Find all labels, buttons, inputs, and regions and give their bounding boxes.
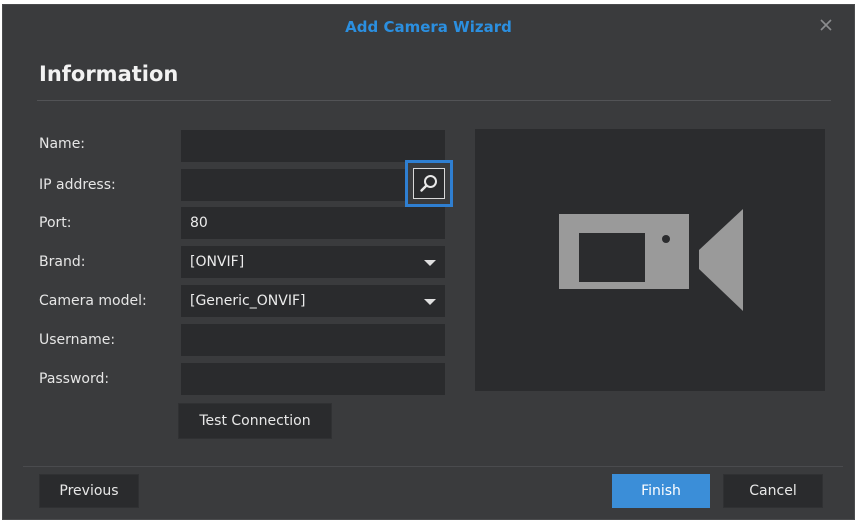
password-input[interactable]: [181, 363, 445, 395]
footer-divider: [23, 466, 843, 467]
camera-preview: [475, 129, 825, 391]
name-input[interactable]: [181, 130, 445, 162]
chevron-down-icon: [424, 260, 436, 266]
name-label: Name:: [39, 136, 86, 152]
video-camera-icon: [559, 209, 743, 311]
camera-model-label: Camera model:: [39, 293, 147, 309]
add-camera-wizard-dialog: Add Camera Wizard Information Name: IP a…: [2, 4, 855, 520]
dialog-title: Add Camera Wizard: [345, 18, 512, 36]
section-heading: Information: [39, 62, 179, 86]
port-label: Port:: [39, 215, 72, 231]
password-label: Password:: [39, 371, 110, 387]
username-input[interactable]: [181, 324, 445, 356]
finish-button[interactable]: Finish: [612, 474, 710, 508]
heading-divider: [37, 100, 831, 101]
previous-button[interactable]: Previous: [39, 474, 139, 508]
ip-search-button[interactable]: [405, 160, 453, 207]
brand-label: Brand:: [39, 254, 86, 270]
brand-select-value: [ONVIF]: [190, 254, 245, 270]
close-icon[interactable]: [818, 17, 834, 33]
ip-address-input[interactable]: [181, 169, 407, 201]
ip-address-label: IP address:: [39, 177, 116, 193]
test-connection-button[interactable]: Test Connection: [178, 403, 332, 439]
port-input[interactable]: 80: [181, 207, 445, 239]
cancel-button[interactable]: Cancel: [723, 474, 823, 508]
brand-select[interactable]: [ONVIF]: [181, 246, 445, 278]
dialog-titlebar: Add Camera Wizard: [3, 5, 854, 49]
username-label: Username:: [39, 332, 116, 348]
chevron-down-icon: [424, 299, 436, 305]
camera-model-select[interactable]: [Generic_ONVIF]: [181, 285, 445, 317]
search-icon: [413, 168, 445, 199]
camera-model-select-value: [Generic_ONVIF]: [190, 293, 306, 309]
